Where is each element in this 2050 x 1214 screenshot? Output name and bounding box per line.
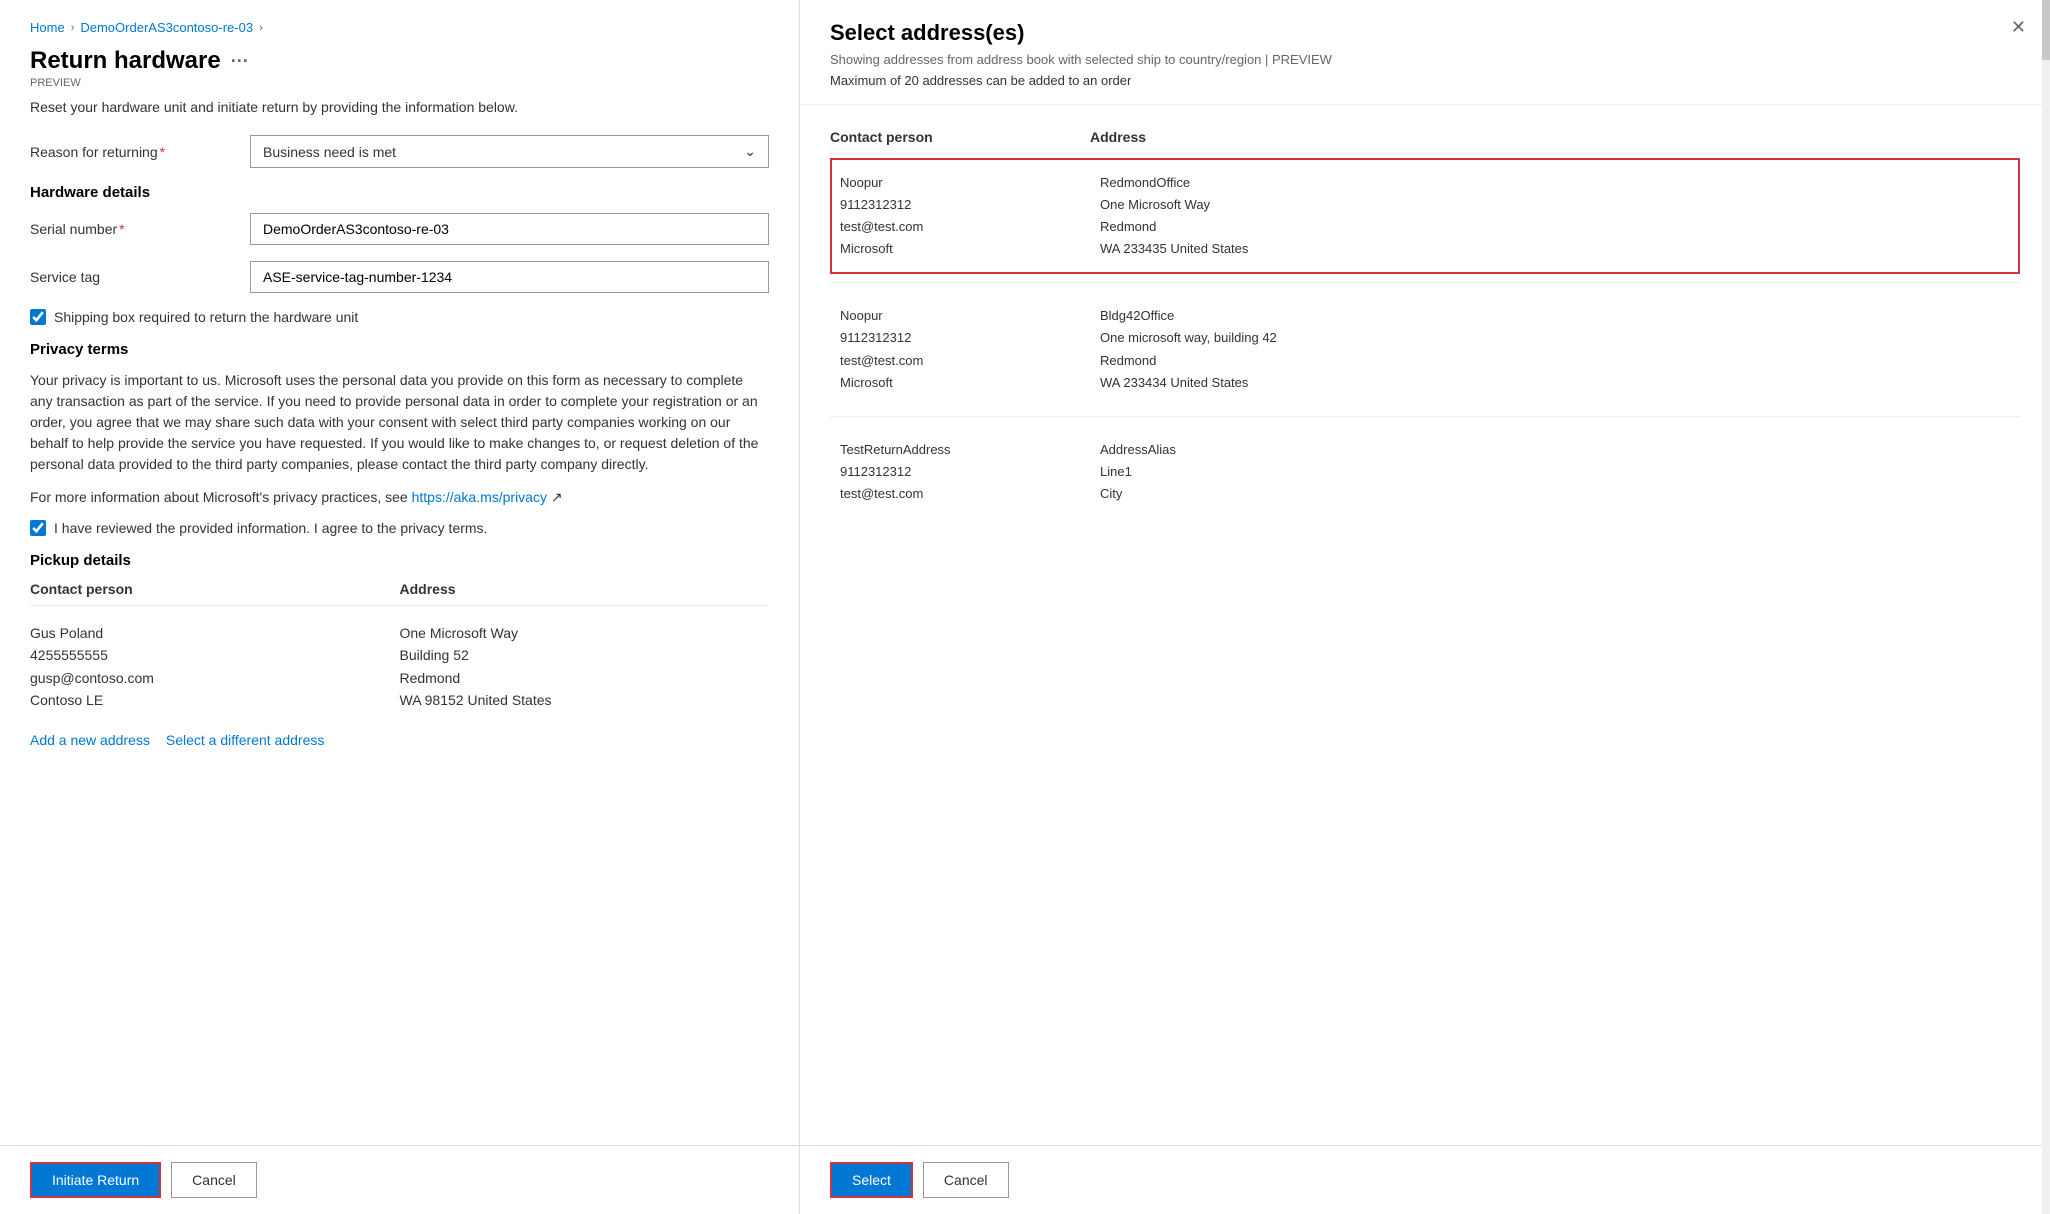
right-panel-subtitle: Showing addresses from address book with… bbox=[830, 52, 2020, 67]
address-contact-col: Noopur9112312312test@test.comMicrosoft bbox=[840, 172, 1100, 260]
right-content: Contact person Address Noopur9112312312t… bbox=[800, 105, 2050, 1145]
pickup-address-region: WA 98152 United States bbox=[400, 689, 770, 711]
add-address-link[interactable]: Add a new address bbox=[30, 732, 150, 748]
external-link-icon: ↗ bbox=[551, 489, 563, 505]
address-contact-col: TestReturnAddress9112312312test@test.com bbox=[840, 439, 1100, 505]
address-item[interactable]: Noopur9112312312test@test.comMicrosoft B… bbox=[830, 291, 2020, 407]
addr-col-contact-header: Contact person bbox=[830, 129, 1090, 145]
serial-input[interactable] bbox=[250, 213, 769, 245]
pickup-contact-name: Gus Poland bbox=[30, 622, 400, 644]
pickup-title: Pickup details bbox=[30, 552, 769, 569]
reason-chevron-icon: ⌄ bbox=[744, 143, 756, 160]
reason-control: Business need is met ⌄ bbox=[250, 135, 769, 168]
right-cancel-button[interactable]: Cancel bbox=[923, 1162, 1009, 1198]
breadcrumb-chevron2: › bbox=[259, 22, 263, 34]
privacy-text1: Your privacy is important to us. Microso… bbox=[30, 370, 769, 475]
pickup-section: Pickup details Contact person Address Gu… bbox=[30, 552, 769, 748]
breadcrumb-order[interactable]: DemoOrderAS3contoso-re-03 bbox=[80, 20, 253, 35]
pickup-contact-col: Gus Poland 4255555555 gusp@contoso.com C… bbox=[30, 622, 400, 712]
hardware-section-title: Hardware details bbox=[30, 184, 769, 201]
serial-row: Serial number* bbox=[30, 213, 769, 245]
page-title: Return hardware bbox=[30, 47, 221, 75]
address-links: Add a new address Select a different add… bbox=[30, 732, 769, 748]
scrollbar-thumb[interactable] bbox=[2042, 0, 2050, 60]
service-tag-control bbox=[250, 261, 769, 293]
service-tag-row: Service tag bbox=[30, 261, 769, 293]
privacy-checkbox-row: I have reviewed the provided information… bbox=[30, 520, 769, 536]
address-divider bbox=[830, 282, 2020, 283]
breadcrumb-chevron1: › bbox=[71, 22, 75, 34]
service-tag-input[interactable] bbox=[250, 261, 769, 293]
pickup-address-city: Redmond bbox=[400, 667, 770, 689]
reason-required: * bbox=[160, 144, 165, 160]
scrollbar-track bbox=[2042, 0, 2050, 1214]
address-divider bbox=[830, 416, 2020, 417]
serial-control bbox=[250, 213, 769, 245]
select-button[interactable]: Select bbox=[830, 1162, 913, 1198]
reason-select[interactable]: Business need is met ⌄ bbox=[250, 135, 769, 168]
address-item[interactable]: TestReturnAddress9112312312test@test.com… bbox=[830, 425, 2020, 519]
more-options-icon[interactable]: ··· bbox=[231, 51, 249, 72]
reason-value: Business need is met bbox=[263, 144, 396, 160]
page-title-row: Return hardware ··· bbox=[30, 47, 769, 75]
pickup-table: Contact person Address Gus Poland 425555… bbox=[30, 581, 769, 720]
shipping-checkbox-row: Shipping box required to return the hard… bbox=[30, 309, 769, 325]
address-contact-col: Noopur9112312312test@test.comMicrosoft bbox=[840, 305, 1100, 393]
pickup-contact-phone: 4255555555 bbox=[30, 644, 400, 666]
pickup-address-line2: Building 52 bbox=[400, 644, 770, 666]
privacy-checkbox[interactable] bbox=[30, 520, 46, 536]
pickup-address-col: One Microsoft Way Building 52 Redmond WA… bbox=[400, 622, 770, 712]
address-item[interactable]: Noopur9112312312test@test.comMicrosoft R… bbox=[830, 158, 2020, 274]
privacy-title: Privacy terms bbox=[30, 341, 769, 358]
breadcrumb: Home › DemoOrderAS3contoso-re-03 › bbox=[30, 20, 769, 35]
left-footer: Initiate Return Cancel bbox=[0, 1145, 799, 1214]
privacy-link[interactable]: https://aka.ms/privacy bbox=[412, 489, 547, 505]
addr-col-address-header: Address bbox=[1090, 129, 2020, 145]
pickup-row: Gus Poland 4255555555 gusp@contoso.com C… bbox=[30, 614, 769, 720]
right-footer: Select Cancel bbox=[800, 1145, 2050, 1214]
pickup-contact-company: Contoso LE bbox=[30, 689, 400, 711]
address-table-header: Contact person Address bbox=[830, 121, 2020, 154]
left-panel: Home › DemoOrderAS3contoso-re-03 › Retur… bbox=[0, 0, 800, 1214]
privacy-review-label: I have reviewed the provided information… bbox=[54, 520, 487, 536]
page-description: Reset your hardware unit and initiate re… bbox=[30, 99, 769, 115]
pickup-contact-email: gusp@contoso.com bbox=[30, 667, 400, 689]
pickup-col-address-header: Address bbox=[400, 581, 770, 597]
close-button[interactable]: ✕ bbox=[2011, 18, 2026, 36]
serial-required: * bbox=[119, 221, 124, 237]
pickup-col-contact-header: Contact person bbox=[30, 581, 400, 597]
pickup-table-header: Contact person Address bbox=[30, 581, 769, 606]
right-panel-info: Maximum of 20 addresses can be added to … bbox=[830, 73, 2020, 88]
initiate-return-button[interactable]: Initiate Return bbox=[30, 1162, 161, 1198]
breadcrumb-home[interactable]: Home bbox=[30, 20, 65, 35]
address-address-col: Bldg42OfficeOne microsoft way, building … bbox=[1100, 305, 2010, 393]
shipping-checkbox[interactable] bbox=[30, 309, 46, 325]
address-list: Noopur9112312312test@test.comMicrosoft R… bbox=[830, 158, 2020, 519]
right-panel-title: Select address(es) bbox=[830, 20, 2020, 46]
preview-badge: PREVIEW bbox=[30, 77, 769, 89]
reason-row: Reason for returning* Business need is m… bbox=[30, 135, 769, 168]
right-header: Select address(es) Showing addresses fro… bbox=[800, 0, 2050, 105]
select-address-link[interactable]: Select a different address bbox=[166, 732, 325, 748]
shipping-label: Shipping box required to return the hard… bbox=[54, 309, 358, 325]
left-cancel-button[interactable]: Cancel bbox=[171, 1162, 257, 1198]
address-address-col: RedmondOfficeOne Microsoft WayRedmondWA … bbox=[1100, 172, 2010, 260]
right-panel: Select address(es) Showing addresses fro… bbox=[800, 0, 2050, 1214]
pickup-address-line1: One Microsoft Way bbox=[400, 622, 770, 644]
privacy-text2: For more information about Microsoft's p… bbox=[30, 487, 769, 508]
address-address-col: AddressAliasLine1City bbox=[1100, 439, 2010, 505]
reason-label: Reason for returning* bbox=[30, 144, 250, 160]
service-tag-label: Service tag bbox=[30, 269, 250, 285]
serial-label: Serial number* bbox=[30, 221, 250, 237]
